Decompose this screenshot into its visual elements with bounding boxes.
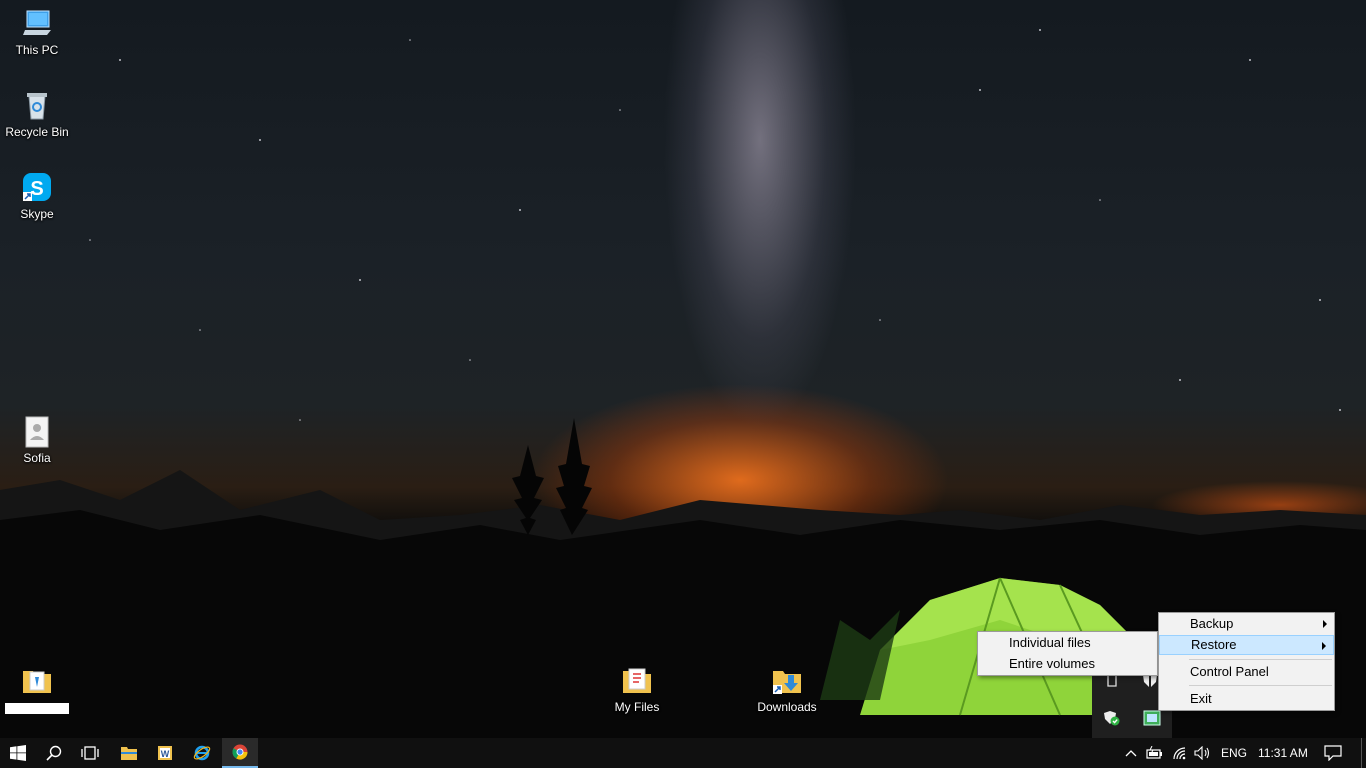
- menu-item-label: Backup: [1190, 616, 1234, 631]
- volume-icon: [1194, 746, 1210, 760]
- start-icon: [10, 745, 26, 761]
- recycle-bin-icon: [27, 93, 47, 120]
- tray-battery[interactable]: [1143, 738, 1167, 768]
- menu-item-label: Entire volumes: [1009, 656, 1095, 671]
- desktop-icon-downloads[interactable]: Downloads: [750, 665, 824, 714]
- desktop-icon-label: This PC: [15, 43, 59, 57]
- task-view-icon: [81, 746, 99, 760]
- task-view-button[interactable]: [72, 738, 108, 768]
- svg-text:W: W: [161, 749, 170, 759]
- start-button[interactable]: [0, 738, 36, 768]
- taskbar-app-word[interactable]: W: [147, 738, 183, 768]
- submenu-arrow-icon: [1322, 642, 1326, 650]
- downloads-folder-icon: [773, 671, 801, 694]
- desktop-icon-label: My Files: [614, 700, 660, 714]
- chevron-up-icon: [1125, 750, 1137, 757]
- menu-item-label: Individual files: [1009, 635, 1091, 650]
- menu-item-backup[interactable]: Backup: [1159, 614, 1334, 634]
- desktop-icon-label-redacted: [5, 703, 69, 714]
- skype-icon: S: [23, 173, 51, 201]
- taskbar-app-file-explorer[interactable]: [111, 738, 147, 768]
- this-pc-icon: [23, 10, 51, 35]
- show-desktop-button[interactable]: [1361, 738, 1366, 768]
- menu-item-label: Exit: [1190, 691, 1212, 706]
- clock[interactable]: 11:31 AM: [1258, 738, 1308, 768]
- menu-separator: [1189, 659, 1332, 660]
- stars: [89, 29, 1341, 421]
- folder-icon: [623, 668, 651, 693]
- desktop-icon-recycle-bin[interactable]: Recycle Bin: [0, 90, 74, 139]
- submenu-item-individual-files[interactable]: Individual files: [978, 633, 1157, 653]
- desktop-icon-label: Skype: [20, 207, 54, 221]
- menu-item-exit[interactable]: Exit: [1159, 689, 1334, 709]
- desktop-icon-my-files[interactable]: My Files: [600, 665, 674, 714]
- taskbar-app-chrome[interactable]: [222, 738, 258, 768]
- search-button[interactable]: [36, 738, 72, 768]
- submenu-item-entire-volumes[interactable]: Entire volumes: [978, 654, 1157, 674]
- desktop-icon-label: Downloads: [757, 700, 817, 714]
- battery-icon: [1146, 746, 1162, 759]
- tray-volume[interactable]: [1191, 738, 1215, 768]
- svg-text:S: S: [30, 178, 43, 200]
- internet-explorer-icon: [193, 745, 211, 761]
- submenu-arrow-icon: [1323, 620, 1327, 628]
- menu-item-restore[interactable]: Restore: [1159, 635, 1334, 655]
- desktop-icon-this-pc[interactable]: This PC: [0, 8, 74, 57]
- user-file-icon: [25, 416, 49, 448]
- restore-submenu: Individual files Entire volumes: [977, 631, 1158, 676]
- search-icon: [46, 745, 62, 761]
- desktop-icon-folder[interactable]: [0, 665, 74, 714]
- menu-separator: [1189, 685, 1332, 686]
- tray-overflow-item[interactable]: [1102, 708, 1122, 728]
- desktop-icon-label: Sofia: [23, 451, 51, 465]
- menu-item-control-panel[interactable]: Control Panel: [1159, 662, 1334, 682]
- notification-icon: [1324, 745, 1342, 761]
- show-hidden-icons-button[interactable]: [1120, 738, 1142, 768]
- chrome-icon: [232, 744, 248, 760]
- desktop-icon-label: Recycle Bin: [5, 125, 69, 139]
- taskbar: W ENG 11:31 AM: [0, 738, 1366, 768]
- desktop-icon-skype[interactable]: S Skype: [0, 172, 74, 221]
- taskbar-app-internet-explorer[interactable]: [184, 738, 220, 768]
- tray-context-menu: Backup Restore Control Panel Exit: [1158, 612, 1335, 711]
- menu-item-label: Control Panel: [1190, 664, 1269, 679]
- tray-overflow-item[interactable]: [1142, 708, 1162, 728]
- wifi-icon: [1173, 747, 1186, 760]
- action-center-button[interactable]: [1318, 738, 1348, 768]
- word-icon: W: [158, 746, 172, 760]
- file-explorer-icon: [121, 747, 137, 760]
- menu-item-label: Restore: [1191, 637, 1237, 652]
- backup-app-icon: [1143, 710, 1161, 726]
- language-indicator[interactable]: ENG: [1221, 738, 1247, 768]
- desktop-icon-sofia[interactable]: Sofia: [0, 416, 74, 465]
- security-check-icon: [1104, 711, 1120, 726]
- tray-network[interactable]: [1169, 738, 1193, 768]
- folder-icon: [23, 671, 51, 693]
